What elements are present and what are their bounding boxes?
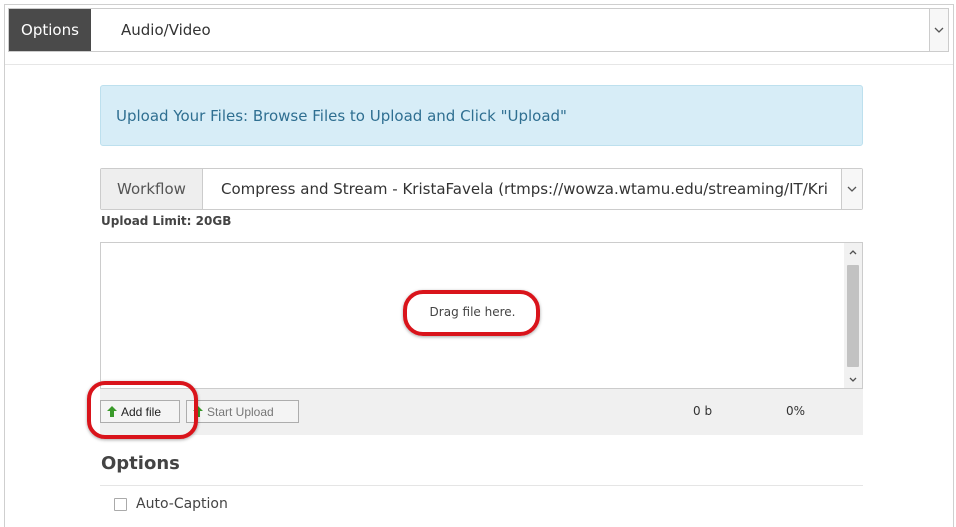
chevron-down-icon[interactable] — [841, 169, 862, 209]
drag-file-hint: Drag file here. — [429, 305, 516, 319]
workflow-value: Compress and Stream - KristaFavela (rtmp… — [221, 180, 828, 198]
auto-caption-option[interactable]: Auto-Caption — [114, 496, 228, 512]
chevron-down-icon[interactable] — [929, 9, 948, 51]
divider — [5, 64, 953, 65]
scroll-down-arrow-icon[interactable] — [844, 370, 862, 388]
up-arrow-icon — [193, 406, 203, 417]
banner-text: Upload Your Files: Browse Files to Uploa… — [116, 106, 567, 125]
options-heading: Options — [101, 453, 180, 474]
add-file-label: Add file — [121, 404, 162, 419]
workflow-label: Workflow — [101, 169, 203, 209]
divider — [100, 485, 863, 486]
file-drop-zone[interactable]: Drag file here. — [100, 242, 863, 389]
options-tab-label: Options — [9, 9, 91, 51]
start-upload-label: Start Upload — [207, 404, 274, 419]
upload-percent: 0% — [786, 404, 806, 418]
start-upload-button[interactable]: Start Upload — [186, 400, 299, 423]
upload-size: 0 b — [693, 404, 713, 418]
workflow-select[interactable]: Compress and Stream - KristaFavela (rtmp… — [203, 169, 862, 209]
up-arrow-icon — [107, 406, 117, 417]
upload-instructions-banner: Upload Your Files: Browse Files to Uploa… — [100, 85, 863, 146]
auto-caption-label: Auto-Caption — [136, 496, 228, 512]
scroll-up-arrow-icon[interactable] — [844, 243, 862, 261]
auto-caption-checkbox[interactable] — [114, 497, 127, 511]
uploader-toolbar: Add file Start Upload 0 b 0% — [100, 389, 863, 435]
media-type-bar: Options Audio/Video — [8, 8, 949, 52]
upload-limit-text: Upload Limit: 20GB — [101, 214, 232, 228]
media-type-value: Audio/Video — [121, 21, 211, 39]
add-file-button[interactable]: Add file — [100, 400, 180, 423]
media-type-select[interactable]: Audio/Video — [91, 9, 948, 51]
workflow-row: Workflow Compress and Stream - KristaFav… — [100, 168, 863, 210]
scrollbar-thumb[interactable] — [847, 265, 859, 367]
dropzone-scrollbar[interactable] — [844, 243, 862, 388]
